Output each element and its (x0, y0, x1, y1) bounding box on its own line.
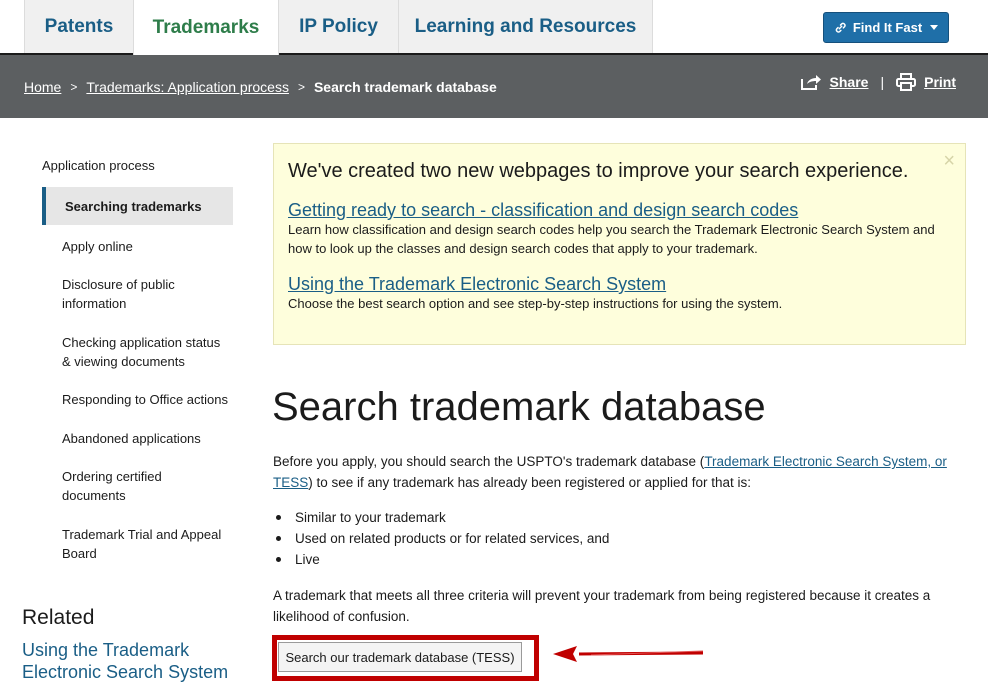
notice-text-tess-guide: Choose the best search option and see st… (288, 296, 783, 311)
sidebar-item-checking-status[interactable]: Checking application status & viewing do… (62, 333, 232, 371)
page-title: Search trademark database (272, 385, 766, 429)
notice-box: We've created two new webpages to improv… (273, 143, 966, 345)
tab-label: IP Policy (299, 15, 378, 37)
sidebar-item-disclosure[interactable]: Disclosure of public information (62, 275, 202, 313)
related-link-tess[interactable]: Using the Trademark Electronic Search Sy… (22, 639, 237, 683)
list-item-text: Live (295, 552, 320, 567)
search-tess-button[interactable]: Search our trademark database (TESS) (278, 642, 522, 672)
breadcrumb-home[interactable]: Home (24, 79, 61, 95)
share-link[interactable]: Share (800, 73, 869, 91)
breadcrumb-separator-icon: > (297, 80, 305, 94)
sidebar-item-searching-trademarks[interactable]: Searching trademarks (42, 187, 233, 225)
print-link[interactable]: Print (896, 73, 956, 91)
find-it-fast-label: Find It Fast (852, 20, 923, 35)
related-heading: Related (22, 606, 95, 629)
page-utilities: Share | Print (800, 73, 956, 91)
bullet-icon (276, 557, 281, 562)
list-item: Used on related products or for related … (273, 528, 609, 549)
confusion-paragraph: A trademark that meets all three criteri… (273, 588, 931, 624)
list-item: Similar to your trademark (273, 507, 609, 528)
sidebar-item-certified-documents[interactable]: Ordering certified documents (62, 467, 192, 505)
breadcrumb-current: Search trademark database (313, 79, 497, 95)
breadcrumb: Home > Trademarks: Application process >… (24, 79, 497, 95)
tab-ip-policy[interactable]: IP Policy (278, 0, 399, 53)
sidebar-item-ttab[interactable]: Trademark Trial and Appeal Board (62, 525, 232, 563)
bullet-icon (276, 536, 281, 541)
intro-text-before: Before you apply, you should search the … (273, 454, 705, 469)
sidebar-heading[interactable]: Application process (22, 158, 237, 173)
close-icon[interactable]: × (943, 150, 955, 173)
top-navigation: Patents Trademarks IP Policy Learning an… (0, 0, 988, 55)
notice-text-classification: Learn how classification and design sear… (288, 222, 935, 256)
intro-text-after: ) to see if any trademark has already be… (308, 475, 752, 490)
print-icon (896, 73, 917, 91)
print-label: Print (924, 74, 956, 90)
breadcrumb-bar: Home > Trademarks: Application process >… (0, 55, 988, 118)
sidebar-item-apply-online[interactable]: Apply online (62, 237, 237, 256)
notice-link-tess-guide[interactable]: Using the Trademark Electronic Search Sy… (288, 274, 666, 295)
tab-label: Learning and Resources (414, 15, 637, 37)
tab-label: Trademarks (152, 16, 260, 38)
breadcrumb-trademarks-application[interactable]: Trademarks: Application process (86, 79, 289, 95)
sidebar: Application process Searching trademarks… (22, 150, 237, 563)
chevron-down-icon (930, 25, 939, 30)
list-item-text: Similar to your trademark (295, 510, 446, 525)
list-item-text: Used on related products or for related … (295, 531, 610, 546)
list-item: Live (273, 549, 609, 570)
tab-label: Patents (44, 15, 114, 37)
annotation-arrow-icon (553, 646, 704, 662)
breadcrumb-separator-icon: > (70, 80, 78, 94)
tab-trademarks[interactable]: Trademarks (133, 0, 279, 55)
utility-divider: | (880, 74, 885, 90)
find-it-fast-button[interactable]: Find It Fast (823, 12, 949, 43)
tab-learning-resources[interactable]: Learning and Resources (398, 0, 653, 53)
sidebar-item-abandoned[interactable]: Abandoned applications (62, 429, 237, 448)
bullet-icon (276, 515, 281, 520)
notice-title: We've created two new webpages to improv… (288, 160, 909, 182)
sidebar-item-office-actions[interactable]: Responding to Office actions (62, 390, 237, 409)
share-icon (800, 75, 821, 90)
link-icon (835, 22, 846, 33)
share-label: Share (829, 74, 869, 90)
notice-link-classification[interactable]: Getting ready to search - classification… (288, 200, 798, 221)
intro-paragraph: Before you apply, you should search the … (273, 451, 973, 493)
criteria-list: Similar to your trademark Used on relate… (273, 507, 609, 570)
tab-patents[interactable]: Patents (24, 0, 134, 53)
